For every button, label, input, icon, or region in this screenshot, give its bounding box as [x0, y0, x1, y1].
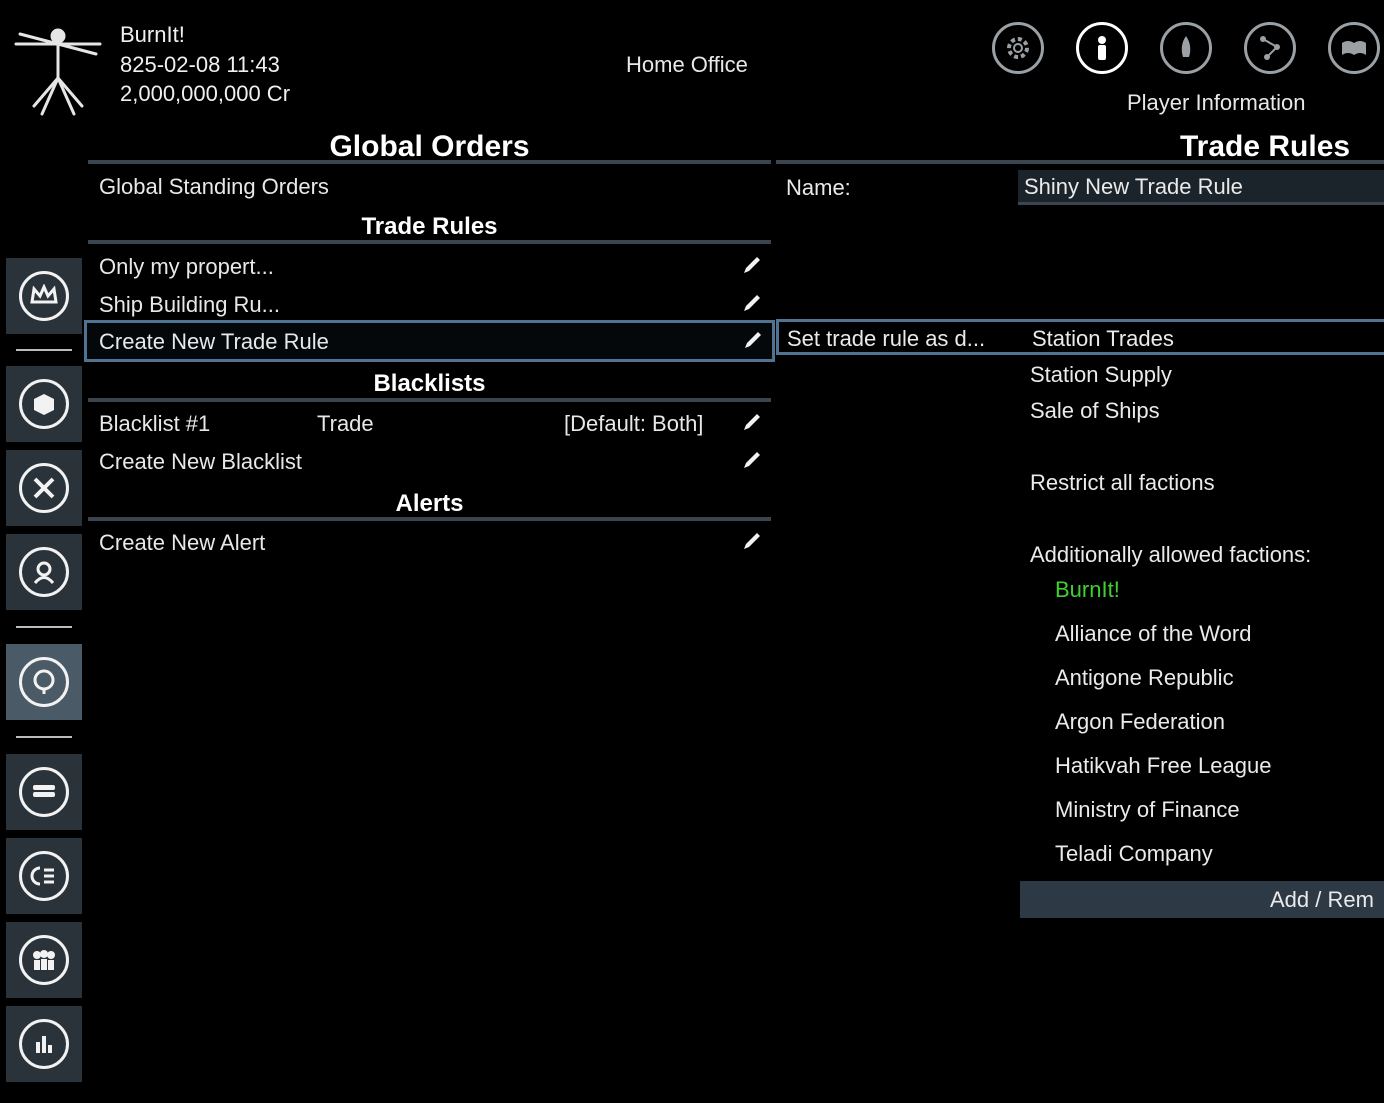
cube-icon[interactable]: [6, 366, 82, 442]
game-datetime: 825-02-08 11:43: [120, 52, 280, 77]
player-name: BurnIt!: [120, 22, 185, 47]
player-icon[interactable]: [1076, 22, 1128, 74]
section-label: Player Information: [1127, 90, 1306, 115]
bar-chart-icon[interactable]: [6, 1006, 82, 1082]
rocket-icon[interactable]: [1160, 22, 1212, 74]
blacklist-default: [Default: Both]: [564, 411, 704, 436]
blacklist-name: Blacklist #1: [99, 411, 211, 436]
pencil-icon[interactable]: [741, 530, 763, 552]
faction-item[interactable]: Teladi Company: [1055, 841, 1213, 867]
stack-icon[interactable]: [6, 754, 82, 830]
faction-item[interactable]: Hatikvah Free League: [1055, 753, 1271, 779]
trade-rule-label: Create New Trade Rule: [99, 329, 329, 354]
faction-item[interactable]: Ministry of Finance: [1055, 797, 1240, 823]
blacklists-heading: Blacklists: [373, 370, 486, 397]
trade-rules-title: Trade Rules: [1180, 130, 1351, 163]
global-standing-orders-row[interactable]: Global Standing Orders: [88, 168, 771, 206]
faction-item[interactable]: Argon Federation: [1055, 709, 1225, 735]
crown-icon[interactable]: [6, 258, 82, 334]
pencil-icon[interactable]: [741, 411, 763, 433]
trade-rules-heading: Trade Rules: [361, 213, 498, 240]
create-alert-label: Create New Alert: [99, 530, 266, 555]
pencil-icon[interactable]: [741, 292, 763, 314]
trade-rule-row[interactable]: Ship Building Ru...: [88, 286, 771, 324]
pencil-icon[interactable]: [742, 329, 764, 351]
trade-rule-label: Ship Building Ru...: [99, 292, 280, 317]
faction-item[interactable]: Alliance of the Word: [1055, 621, 1251, 647]
title-underline: [88, 160, 771, 164]
default-option[interactable]: Station Trades: [1032, 326, 1174, 352]
heading-underline: [88, 398, 771, 402]
location-label: Home Office: [626, 52, 748, 77]
faction-item[interactable]: Antigone Republic: [1055, 665, 1234, 691]
faction-item-own[interactable]: BurnIt!: [1055, 577, 1120, 603]
sidebar-divider: [16, 736, 72, 738]
people-icon[interactable]: [6, 922, 82, 998]
trade-rule-row[interactable]: Only my propert...: [88, 248, 771, 286]
sidebar-divider: [16, 349, 72, 351]
trade-rule-name-input[interactable]: Shiny New Trade Rule: [1018, 170, 1384, 205]
vitruvian-logo-icon: [14, 28, 102, 116]
title-underline: [776, 160, 1384, 164]
global-standing-orders-label: Global Standing Orders: [99, 174, 329, 199]
pencil-icon[interactable]: [741, 449, 763, 471]
default-option[interactable]: Station Supply: [1030, 362, 1172, 388]
heading-underline: [88, 517, 771, 521]
sidebar-divider: [16, 626, 72, 628]
list-icon[interactable]: [6, 838, 82, 914]
create-new-blacklist-row[interactable]: Create New Blacklist: [88, 443, 771, 481]
trade-rule-name-value: Shiny New Trade Rule: [1024, 174, 1243, 199]
alerts-heading: Alerts: [395, 490, 464, 517]
book-icon[interactable]: [1328, 22, 1380, 74]
gear-icon[interactable]: [992, 22, 1044, 74]
create-new-trade-rule-row[interactable]: Create New Trade Rule: [84, 320, 775, 362]
add-remove-label: Add / Rem: [1270, 887, 1374, 912]
name-label: Name:: [786, 175, 851, 200]
heading-underline: [88, 240, 771, 244]
pencil-icon[interactable]: [741, 254, 763, 276]
create-new-alert-row[interactable]: Create New Alert: [88, 524, 771, 562]
trade-rule-label: Only my propert...: [99, 254, 274, 279]
allowed-factions-label: Additionally allowed factions:: [1030, 542, 1312, 567]
restrict-all-factions-option[interactable]: Restrict all factions: [1030, 470, 1215, 496]
blacklist-type: Trade: [317, 411, 374, 436]
globe-icon[interactable]: [6, 644, 82, 720]
add-remove-button[interactable]: Add / Rem: [1020, 881, 1384, 918]
global-orders-title: Global Orders: [329, 130, 530, 163]
create-blacklist-label: Create New Blacklist: [99, 449, 302, 474]
blacklist-row[interactable]: Blacklist #1 Trade [Default: Both]: [88, 405, 771, 443]
stars-icon[interactable]: [1244, 22, 1296, 74]
default-option[interactable]: Sale of Ships: [1030, 398, 1160, 424]
credits: 2,000,000,000 Cr: [120, 81, 291, 106]
set-default-label: Set trade rule as d...: [787, 326, 986, 351]
person-icon[interactable]: [6, 534, 82, 610]
set-default-row[interactable]: Set trade rule as d... Station Trades: [776, 319, 1384, 355]
crossed-tools-icon[interactable]: [6, 450, 82, 526]
